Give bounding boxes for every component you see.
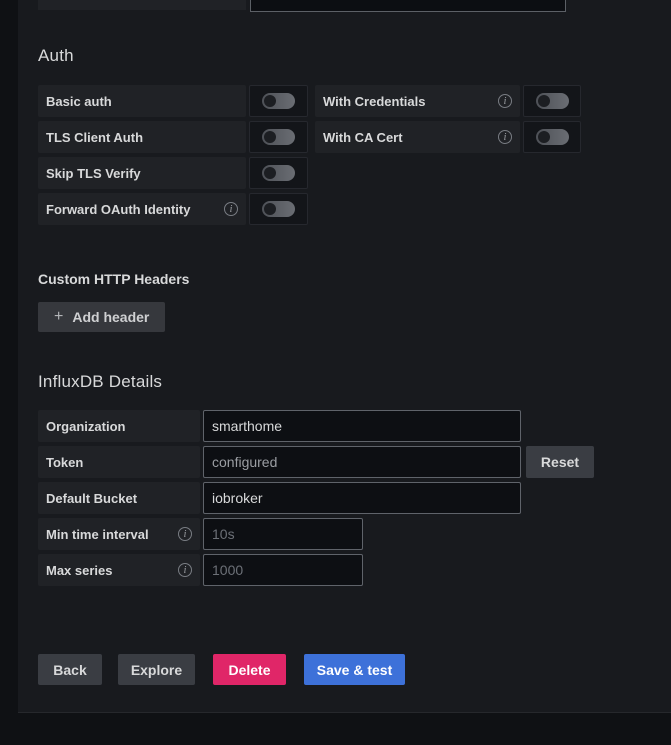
default-bucket-label: Default Bucket bbox=[38, 482, 200, 514]
basic-auth-label: Basic auth bbox=[38, 85, 246, 117]
max-series-input[interactable] bbox=[203, 554, 363, 586]
default-bucket-label-text: Default Bucket bbox=[46, 491, 137, 506]
max-series-label-text: Max series bbox=[46, 563, 113, 578]
toggle-knob bbox=[264, 131, 276, 143]
cutoff-field-input[interactable] bbox=[250, 0, 566, 12]
influxdb-details-heading: InfluxDB Details bbox=[38, 372, 162, 392]
organization-label: Organization bbox=[38, 410, 200, 442]
with-ca-cert-label-text: With CA Cert bbox=[323, 130, 403, 145]
settings-content-panel: Auth Basic auth With Credentials i TLS C… bbox=[18, 0, 671, 713]
info-icon[interactable]: i bbox=[224, 202, 238, 216]
info-icon[interactable]: i bbox=[178, 563, 192, 577]
toggle-pill bbox=[262, 165, 295, 181]
datasource-settings-page: Auth Basic auth With Credentials i TLS C… bbox=[0, 0, 671, 745]
forward-oauth-identity-toggle[interactable] bbox=[249, 193, 308, 225]
tls-client-auth-label-text: TLS Client Auth bbox=[46, 130, 143, 145]
token-label: Token bbox=[38, 446, 200, 478]
min-time-interval-label: Min time interval i bbox=[38, 518, 200, 550]
add-header-button[interactable]: + Add header bbox=[38, 302, 165, 332]
toggle-pill bbox=[536, 93, 569, 109]
toggle-pill bbox=[262, 129, 295, 145]
toggle-pill bbox=[262, 201, 295, 217]
default-bucket-input[interactable] bbox=[203, 482, 521, 514]
toggle-pill bbox=[262, 93, 295, 109]
forward-oauth-identity-label: Forward OAuth Identity i bbox=[38, 193, 246, 225]
toggle-knob bbox=[264, 203, 276, 215]
with-ca-cert-label: With CA Cert i bbox=[315, 121, 520, 153]
toggle-knob bbox=[264, 167, 276, 179]
token-label-text: Token bbox=[46, 455, 83, 470]
min-time-interval-input[interactable] bbox=[203, 518, 363, 550]
with-credentials-label: With Credentials i bbox=[315, 85, 520, 117]
basic-auth-label-text: Basic auth bbox=[46, 94, 112, 109]
delete-button[interactable]: Delete bbox=[213, 654, 286, 685]
skip-tls-verify-label-text: Skip TLS Verify bbox=[46, 166, 141, 181]
with-credentials-label-text: With Credentials bbox=[323, 94, 425, 109]
min-time-interval-label-text: Min time interval bbox=[46, 527, 149, 542]
tls-client-auth-toggle[interactable] bbox=[249, 121, 308, 153]
cutoff-field-label bbox=[38, 0, 246, 10]
skip-tls-verify-label: Skip TLS Verify bbox=[38, 157, 246, 189]
explore-button[interactable]: Explore bbox=[118, 654, 195, 685]
toggle-knob bbox=[538, 131, 550, 143]
plus-icon: + bbox=[54, 308, 63, 326]
info-icon[interactable]: i bbox=[498, 94, 512, 108]
add-header-button-label: Add header bbox=[72, 309, 149, 325]
back-button[interactable]: Back bbox=[38, 654, 102, 685]
custom-http-headers-heading: Custom HTTP Headers bbox=[38, 271, 189, 287]
with-credentials-toggle[interactable] bbox=[523, 85, 581, 117]
organization-input[interactable] bbox=[203, 410, 521, 442]
forward-oauth-identity-label-text: Forward OAuth Identity bbox=[46, 202, 190, 217]
toggle-knob bbox=[264, 95, 276, 107]
info-icon[interactable]: i bbox=[498, 130, 512, 144]
toggle-knob bbox=[538, 95, 550, 107]
organization-label-text: Organization bbox=[46, 419, 125, 434]
token-reset-button[interactable]: Reset bbox=[526, 446, 594, 478]
token-input[interactable] bbox=[203, 446, 521, 478]
toggle-pill bbox=[536, 129, 569, 145]
basic-auth-toggle[interactable] bbox=[249, 85, 308, 117]
max-series-label: Max series i bbox=[38, 554, 200, 586]
tls-client-auth-label: TLS Client Auth bbox=[38, 121, 246, 153]
save-and-test-button[interactable]: Save & test bbox=[304, 654, 405, 685]
skip-tls-verify-toggle[interactable] bbox=[249, 157, 308, 189]
info-icon[interactable]: i bbox=[178, 527, 192, 541]
with-ca-cert-toggle[interactable] bbox=[523, 121, 581, 153]
auth-section-heading: Auth bbox=[38, 46, 74, 66]
